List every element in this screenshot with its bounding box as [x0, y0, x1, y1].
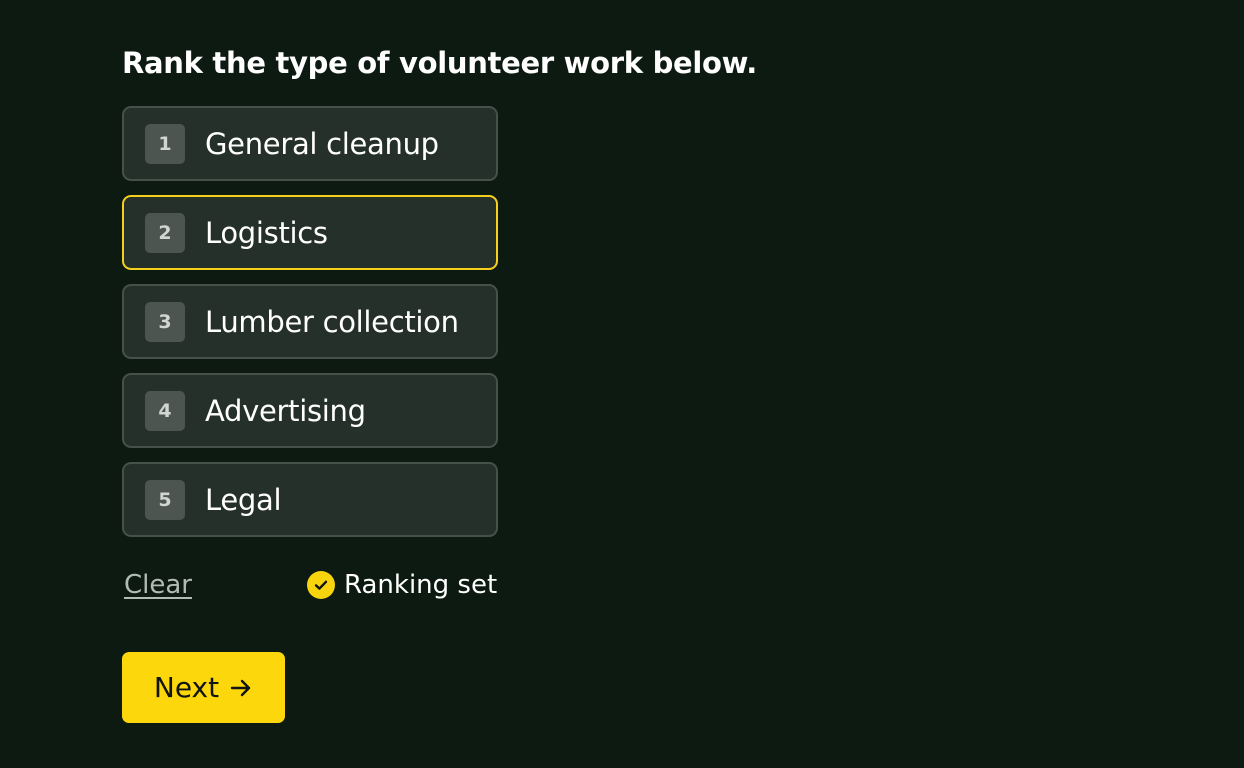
- rank-number-badge: 2: [145, 212, 185, 253]
- ranking-status-text: Ranking set: [344, 570, 498, 600]
- ranking-status: Ranking set: [307, 570, 497, 600]
- rank-item-logistics[interactable]: 2 Logistics: [122, 195, 498, 270]
- next-button[interactable]: Next: [122, 652, 285, 723]
- rank-item-label: Advertising: [205, 393, 366, 428]
- clear-link[interactable]: Clear: [124, 570, 192, 600]
- rank-number-badge: 4: [145, 390, 185, 431]
- rank-item-advertising[interactable]: 4 Advertising: [122, 373, 498, 448]
- rank-item-label: Legal: [205, 482, 282, 517]
- rank-item-label: General cleanup: [205, 126, 439, 161]
- rank-item-label: Lumber collection: [205, 304, 459, 339]
- rank-item-legal[interactable]: 5 Legal: [122, 462, 498, 537]
- rank-number-badge: 5: [145, 479, 185, 520]
- next-button-label: Next: [153, 671, 220, 704]
- rank-item-label: Logistics: [205, 215, 328, 250]
- rank-item-lumber-collection[interactable]: 3 Lumber collection: [122, 284, 498, 359]
- rank-number-badge: 1: [145, 123, 185, 164]
- check-circle-icon: [307, 571, 335, 599]
- question-title: Rank the type of volunteer work below.: [122, 46, 758, 80]
- rank-item-general-cleanup[interactable]: 1 General cleanup: [122, 106, 498, 181]
- ranking-list: 1 General cleanup 2 Logistics 3 Lumber c…: [122, 106, 498, 551]
- rank-number-badge: 3: [145, 301, 185, 342]
- arrow-right-icon: [229, 676, 253, 700]
